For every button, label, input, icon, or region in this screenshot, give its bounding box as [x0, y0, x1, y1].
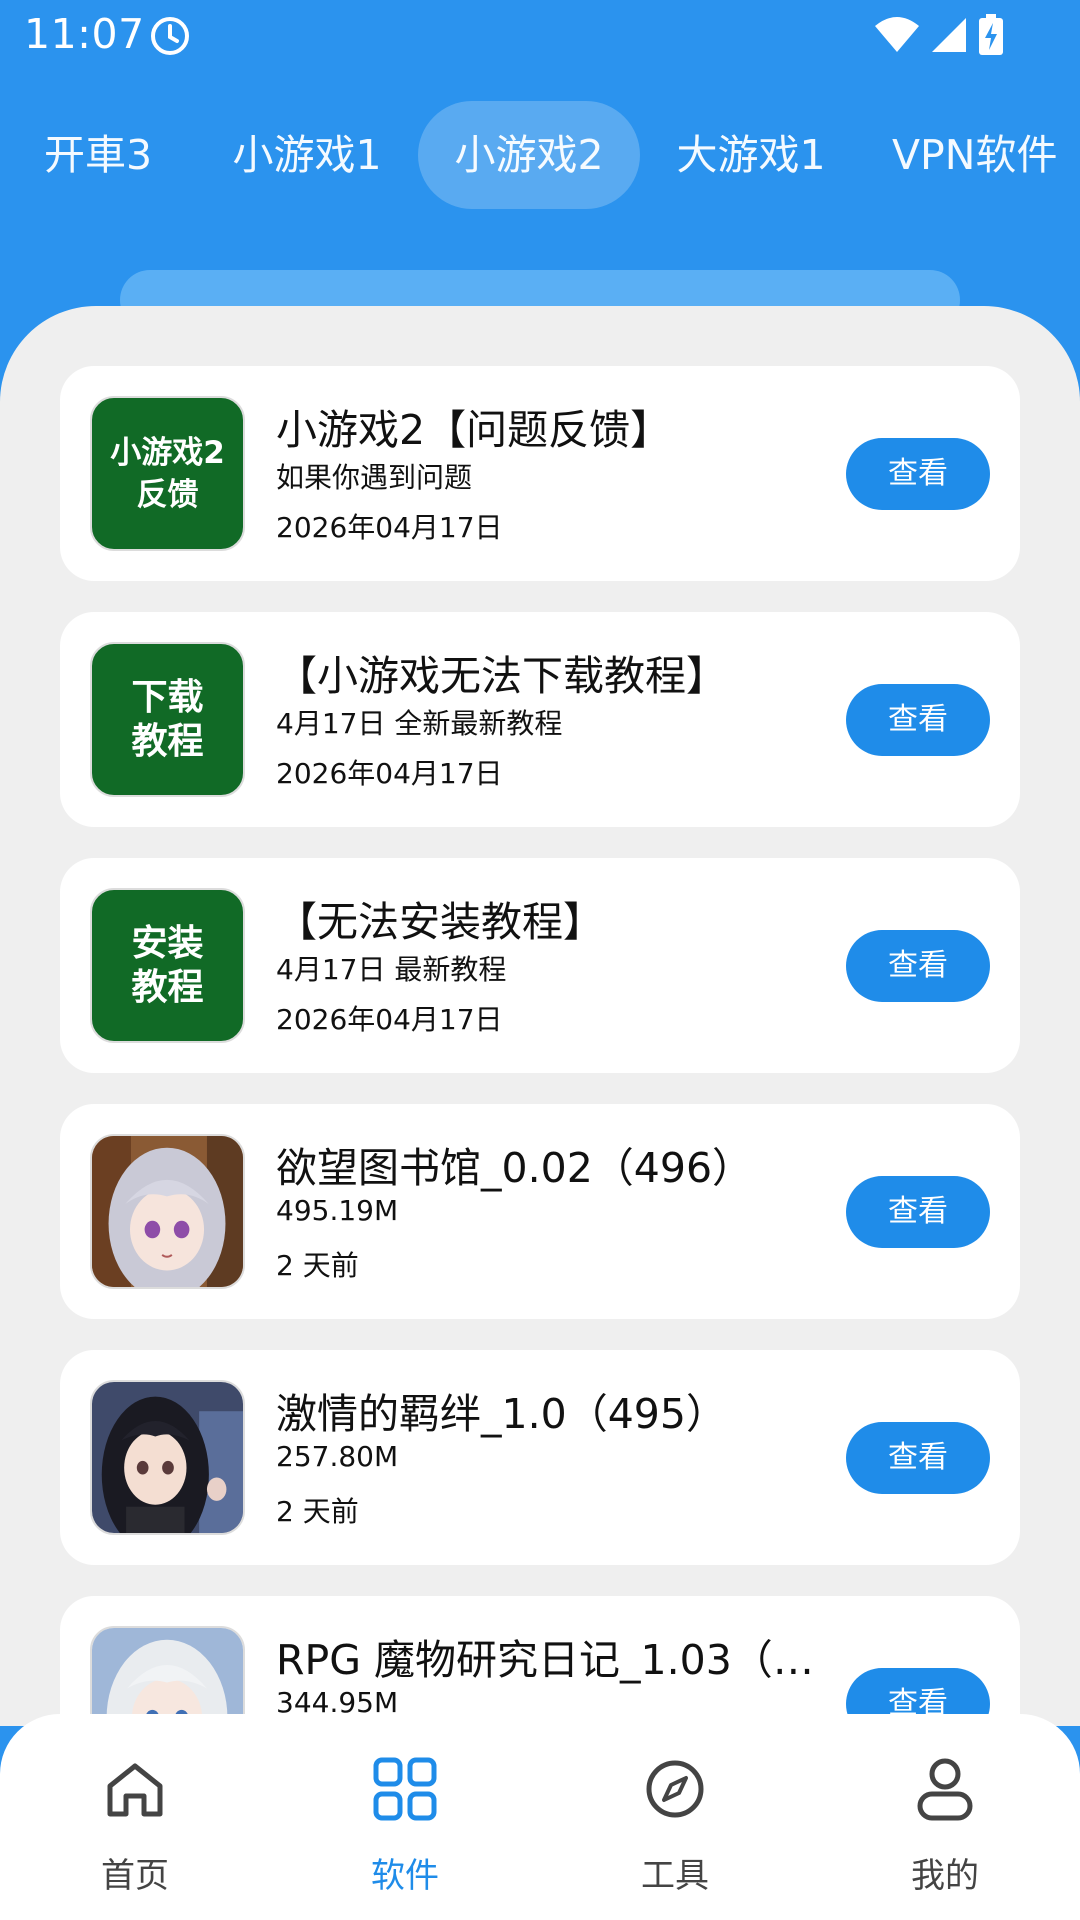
app-thumbnail: 安装 教程	[90, 888, 245, 1043]
list-item[interactable]: 下载 教程 【小游戏无法下载教程】 4月17日 全新最新教程 2026年04月1…	[60, 612, 1020, 827]
item-date: 2 天前	[276, 1495, 359, 1528]
list-item[interactable]: 欲望图书馆_0.02（496） 495.19M 2 天前 查看	[60, 1104, 1020, 1319]
item-subtitle: 4月17日 全新最新教程	[276, 707, 563, 740]
compass-icon	[646, 1760, 704, 1818]
anime-girl-black-hair-image	[92, 1382, 243, 1533]
tab-vpn[interactable]: VPN软件	[862, 101, 1080, 209]
category-tabs: 开車3 小游戏1 小游戏2 大游戏1 VPN软件	[0, 100, 1080, 210]
item-title: 【无法安装教程】	[276, 898, 604, 946]
home-icon	[107, 1763, 163, 1817]
nav-label-software: 软件	[371, 1856, 439, 1896]
list-item[interactable]: 小游戏2 反馈 小游戏2【问题反馈】 如果你遇到问题 2026年04月17日 查…	[60, 366, 1020, 581]
wifi-icon	[875, 17, 919, 52]
item-subtitle: 257.80M	[276, 1440, 399, 1473]
list-item[interactable]: RPG 魔物研究日记_1.03（4... 344.95M 查看	[60, 1596, 1020, 1726]
alarm-clock-icon	[151, 17, 189, 55]
anime-girl-white-hair-image	[92, 1628, 243, 1726]
app-thumbnail: 小游戏2 反馈	[90, 396, 245, 551]
tab-xiaoyouxi2[interactable]: 小游戏2	[418, 101, 640, 209]
status-icons	[874, 14, 1004, 56]
view-button[interactable]: 查看	[846, 438, 990, 510]
content-panel: 小游戏2 反馈 小游戏2【问题反馈】 如果你遇到问题 2026年04月17日 查…	[0, 306, 1080, 1726]
item-date: 2026年04月17日	[276, 757, 503, 790]
view-button[interactable]: 查看	[846, 1422, 990, 1494]
tab-dayouxi1[interactable]: 大游戏1	[640, 101, 862, 209]
bottom-navigation: 首页 软件 工具 我的	[0, 1714, 1080, 1920]
thumbnail-label: 小游戏2 反馈	[110, 434, 225, 513]
nav-item-software[interactable]: 软件	[270, 1714, 540, 1920]
thumbnail-label: 下载 教程	[131, 676, 204, 762]
status-bar: 11:07	[0, 0, 1080, 72]
view-button[interactable]: 查看	[846, 684, 990, 756]
item-date: 2 天前	[276, 1249, 359, 1282]
item-title: 小游戏2【问题反馈】	[276, 406, 672, 454]
item-date: 2026年04月17日	[276, 511, 503, 544]
item-title: 激情的羁绊_1.0（495）	[276, 1390, 727, 1438]
app-list: 小游戏2 反馈 小游戏2【问题反馈】 如果你遇到问题 2026年04月17日 查…	[60, 366, 1020, 1726]
nav-item-home[interactable]: 首页	[0, 1714, 270, 1920]
nav-item-mine[interactable]: 我的	[810, 1714, 1080, 1920]
item-subtitle: 495.19M	[276, 1194, 399, 1227]
status-time: 11:07	[24, 10, 145, 58]
app-thumbnail: 下载 教程	[90, 642, 245, 797]
item-title: 【小游戏无法下载教程】	[276, 652, 727, 700]
app-thumbnail	[90, 1134, 245, 1289]
signal-icon	[932, 18, 966, 52]
user-icon	[917, 1758, 973, 1821]
item-title: RPG 魔物研究日记_1.03（4...	[276, 1636, 836, 1684]
app-thumbnail	[90, 1380, 245, 1535]
item-subtitle: 如果你遇到问题	[276, 461, 473, 494]
list-item[interactable]: 安装 教程 【无法安装教程】 4月17日 最新教程 2026年04月17日 查看	[60, 858, 1020, 1073]
nav-label-home: 首页	[101, 1856, 169, 1896]
apps-grid-icon	[373, 1757, 437, 1821]
nav-label-mine: 我的	[911, 1856, 979, 1896]
tab-xiaoyouxi1[interactable]: 小游戏1	[196, 101, 418, 209]
item-subtitle: 4月17日 最新教程	[276, 953, 507, 986]
item-date: 2026年04月17日	[276, 1003, 503, 1036]
thumbnail-label: 安装 教程	[131, 922, 204, 1008]
view-button[interactable]: 查看	[846, 930, 990, 1002]
view-button[interactable]: 查看	[846, 1176, 990, 1248]
anime-girl-silver-hair-image	[92, 1136, 243, 1287]
nav-label-tools: 工具	[641, 1856, 709, 1896]
nav-item-tools[interactable]: 工具	[540, 1714, 810, 1920]
item-title: 欲望图书馆_0.02（496）	[276, 1144, 754, 1192]
list-item[interactable]: 激情的羁绊_1.0（495） 257.80M 2 天前 查看	[60, 1350, 1020, 1565]
battery-charging-icon	[979, 14, 1003, 55]
app-thumbnail	[90, 1626, 245, 1726]
tab-kaiche3[interactable]: 开車3	[0, 101, 196, 209]
